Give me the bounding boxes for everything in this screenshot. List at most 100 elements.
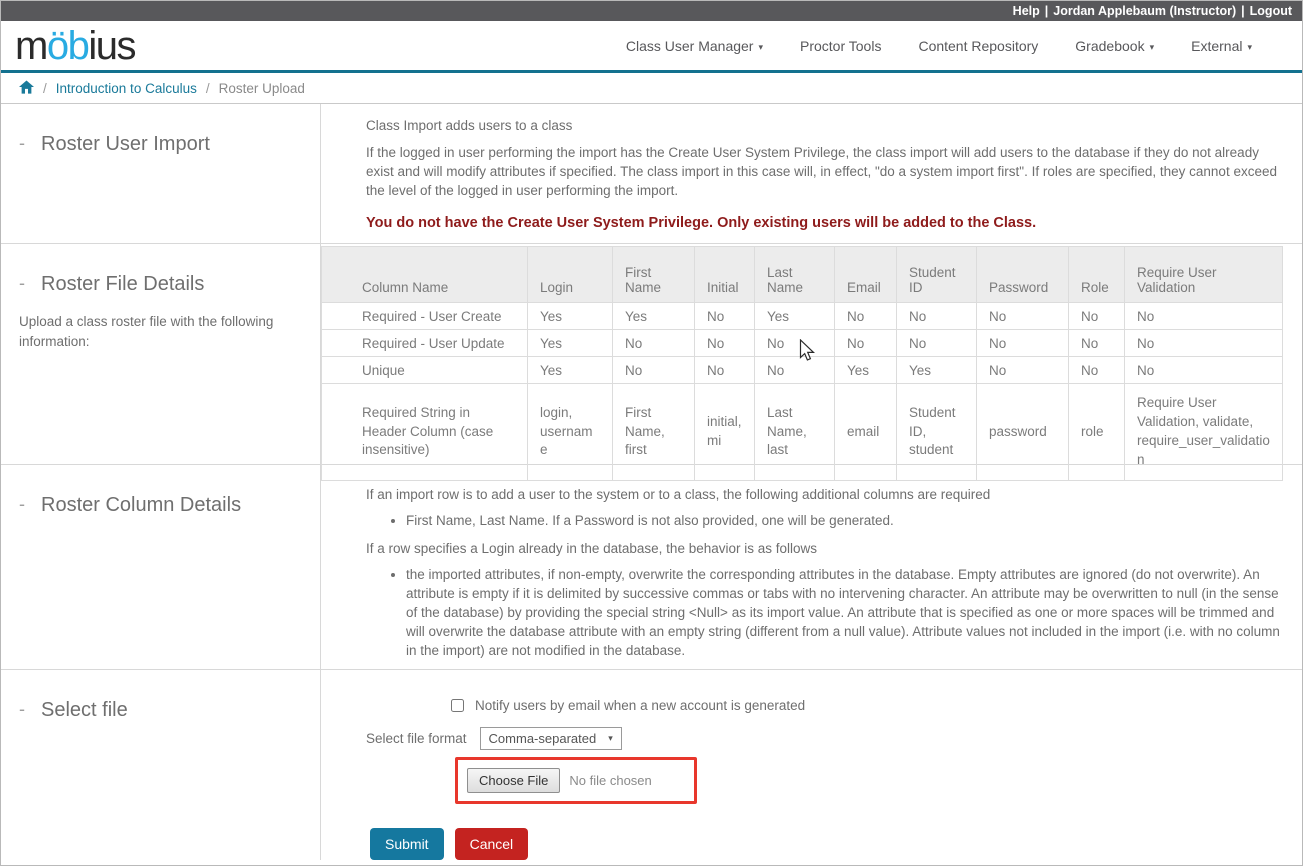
- table-cell: No: [613, 330, 695, 357]
- table-cell: No: [835, 330, 897, 357]
- file-format-label: Select file format: [366, 731, 467, 746]
- chevron-down-icon: ▾: [758, 42, 763, 52]
- column-details-line1: If an import row is to add a user to the…: [366, 485, 1280, 504]
- table-cell: Required - User Create: [322, 303, 528, 330]
- table-cell: Unique: [322, 357, 528, 384]
- column-header: Column Name: [322, 247, 528, 303]
- section-roster-column-details: - Roster Column Details If an import row…: [1, 465, 1302, 670]
- section-title: Select file: [41, 698, 128, 722]
- mobius-logo[interactable]: möbius: [15, 26, 135, 66]
- table-cell: No: [755, 357, 835, 384]
- column-header: Role: [1069, 247, 1125, 303]
- collapse-toggle-icon[interactable]: -: [19, 493, 25, 515]
- section-left-column: - Select file: [1, 670, 321, 860]
- column-header: First Name: [613, 247, 695, 303]
- nav-label: Content Repository: [918, 38, 1038, 54]
- table-cell: No: [695, 303, 755, 330]
- section-title: Roster File Details: [41, 272, 204, 296]
- page-content: - Roster User Import Class Import adds u…: [1, 104, 1302, 860]
- privilege-warning-text: You do not have the Create User System P…: [366, 215, 1280, 231]
- column-header: Email: [835, 247, 897, 303]
- breadcrumb-separator: /: [43, 81, 47, 96]
- logo-text-accent: öb: [47, 24, 89, 68]
- column-details-bullet2: the imported attributes, if non-empty, o…: [406, 565, 1280, 661]
- logout-link[interactable]: Logout: [1250, 4, 1292, 18]
- table-cell: No: [977, 303, 1069, 330]
- main-header: möbius Class User Manager▾ Proctor Tools…: [1, 21, 1302, 73]
- breadcrumb-separator: /: [206, 81, 210, 96]
- notify-users-label: Notify users by email when a new account…: [475, 698, 805, 713]
- topbar: Help | Jordan Applebaum (Instructor) | L…: [1, 1, 1302, 21]
- section-roster-file-details: - Roster File Details Upload a class ros…: [1, 244, 1302, 465]
- chevron-down-icon: ▾: [608, 733, 613, 744]
- table-cell: No: [1125, 357, 1283, 384]
- table-cell: Required - User Update: [322, 330, 528, 357]
- breadcrumb-current-page: Roster Upload: [219, 81, 305, 96]
- chevron-down-icon: ▾: [1150, 42, 1155, 52]
- column-header: Login: [528, 247, 613, 303]
- nav-label: Proctor Tools: [800, 38, 881, 54]
- breadcrumb-course-link[interactable]: Introduction to Calculus: [56, 81, 197, 96]
- topbar-separator: |: [1045, 4, 1049, 18]
- import-description-line2: If the logged in user performing the imp…: [366, 143, 1280, 200]
- table-cell: No: [755, 330, 835, 357]
- table-cell: No: [897, 330, 977, 357]
- main-nav: Class User Manager▾ Proctor Tools Conten…: [626, 38, 1252, 54]
- chevron-down-icon: ▾: [1247, 42, 1252, 52]
- nav-content-repository[interactable]: Content Repository: [918, 38, 1038, 54]
- no-file-chosen-text: No file chosen: [569, 773, 651, 788]
- table-cell: Yes: [755, 303, 835, 330]
- breadcrumb: / Introduction to Calculus / Roster Uplo…: [1, 73, 1302, 104]
- logo-text: m: [15, 24, 47, 68]
- collapse-toggle-icon[interactable]: -: [19, 698, 25, 720]
- table-cell: No: [695, 330, 755, 357]
- collapse-toggle-icon[interactable]: -: [19, 132, 25, 154]
- section-title: Roster User Import: [41, 132, 210, 156]
- table-row: Unique Yes No No No Yes Yes No No No: [322, 357, 1283, 384]
- user-account-link[interactable]: Jordan Applebaum (Instructor): [1053, 4, 1236, 18]
- column-header: Initial: [695, 247, 755, 303]
- section-roster-user-import: - Roster User Import Class Import adds u…: [1, 104, 1302, 244]
- table-cell: No: [1125, 330, 1283, 357]
- collapse-toggle-icon[interactable]: -: [19, 272, 25, 294]
- column-header: Last Name: [755, 247, 835, 303]
- upload-instructions-text: Upload a class roster file with the foll…: [19, 312, 310, 351]
- section-body: Class Import adds users to a class If th…: [321, 104, 1302, 243]
- nav-label: External: [1191, 38, 1242, 54]
- notify-users-checkbox[interactable]: [451, 699, 464, 712]
- table-cell: No: [1125, 303, 1283, 330]
- column-header: Password: [977, 247, 1069, 303]
- section-title: Roster Column Details: [41, 493, 241, 517]
- home-icon[interactable]: [19, 80, 34, 94]
- table-row: Required - User Create Yes Yes No Yes No…: [322, 303, 1283, 330]
- section-body: Column Name Login First Name Initial Las…: [321, 244, 1302, 464]
- table-cell: No: [1069, 303, 1125, 330]
- help-link[interactable]: Help: [1013, 4, 1040, 18]
- table-row: Required - User Update Yes No No No No N…: [322, 330, 1283, 357]
- nav-gradebook[interactable]: Gradebook ▾: [1075, 38, 1154, 54]
- cancel-button[interactable]: Cancel: [455, 828, 529, 860]
- nav-label: Gradebook: [1075, 38, 1144, 54]
- table-cell: No: [1069, 330, 1125, 357]
- nav-proctor-tools[interactable]: Proctor Tools: [800, 38, 881, 54]
- table-cell: Yes: [528, 303, 613, 330]
- section-body: If an import row is to add a user to the…: [321, 465, 1302, 669]
- table-cell: No: [695, 357, 755, 384]
- topbar-separator: |: [1241, 4, 1245, 18]
- section-left-column: - Roster Column Details: [1, 465, 321, 669]
- logo-text: ius: [88, 24, 135, 68]
- column-header: Student ID: [897, 247, 977, 303]
- file-format-select[interactable]: Comma-separated ▾: [480, 727, 622, 750]
- column-header: Require User Validation: [1125, 247, 1283, 303]
- table-cell: No: [977, 330, 1069, 357]
- submit-button[interactable]: Submit: [370, 828, 444, 860]
- file-format-selected-value: Comma-separated: [489, 731, 597, 746]
- table-header-row: Column Name Login First Name Initial Las…: [322, 247, 1283, 303]
- table-cell: Yes: [528, 330, 613, 357]
- table-cell: Yes: [613, 303, 695, 330]
- nav-class-user-manager[interactable]: Class User Manager▾: [626, 38, 763, 54]
- table-cell: No: [897, 303, 977, 330]
- nav-external[interactable]: External ▾: [1191, 38, 1252, 54]
- table-cell: No: [613, 357, 695, 384]
- choose-file-button[interactable]: Choose File: [467, 768, 560, 793]
